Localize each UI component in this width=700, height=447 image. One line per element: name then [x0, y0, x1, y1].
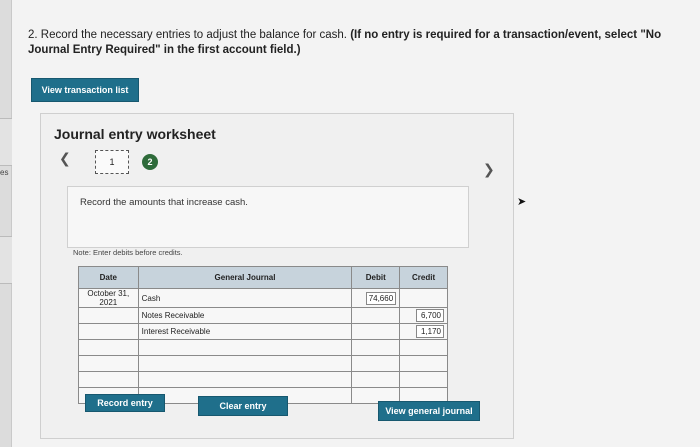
- table-row: Notes Receivable 6,700: [78, 307, 448, 324]
- step-2-tab[interactable]: 2: [142, 154, 158, 170]
- question-prompt: Record the necessary entries to adjust t…: [40, 29, 347, 41]
- credit-cell[interactable]: [399, 339, 448, 356]
- worksheet-title: Journal entry worksheet: [54, 126, 216, 142]
- view-transaction-list-button[interactable]: View transaction list: [31, 78, 139, 102]
- general-journal-header: General Journal: [137, 266, 353, 289]
- instruction-box: Record the amounts that increase cash.: [67, 186, 469, 248]
- debit-cell[interactable]: [351, 371, 401, 388]
- left-tab[interactable]: [0, 118, 12, 166]
- account-cell[interactable]: Cash: [137, 288, 353, 308]
- debit-cell[interactable]: [351, 307, 401, 324]
- debit-cell[interactable]: [351, 323, 401, 340]
- debit-header: Debit: [351, 266, 401, 289]
- debit-cell[interactable]: [351, 339, 401, 356]
- question-text: 2. Record the necessary entries to adjus…: [28, 28, 678, 58]
- table-row: October 31, 2021 Cash 74,660: [78, 288, 448, 308]
- date-cell: [78, 371, 139, 388]
- worksheet-instruction: Record the amounts that increase cash.: [80, 197, 248, 208]
- clear-entry-button[interactable]: Clear entry: [198, 396, 288, 416]
- credit-cell[interactable]: [399, 288, 448, 308]
- date-year: 2021: [99, 298, 118, 307]
- table-row: [78, 371, 448, 388]
- page: 2. Record the necessary entries to adjus…: [12, 0, 700, 447]
- date-cell: [78, 355, 139, 372]
- date-cell: [78, 307, 139, 324]
- date-cell: [78, 323, 139, 340]
- table-row: Interest Receivable 1,170: [78, 323, 448, 340]
- credit-cell[interactable]: 1,170: [399, 323, 448, 340]
- journal-table: Date General Journal Debit Credit Octobe…: [78, 266, 448, 404]
- step-2-label: 2: [147, 157, 153, 167]
- left-strip-text: es: [0, 168, 9, 177]
- left-tab[interactable]: [0, 236, 12, 284]
- step-1-label: 1: [109, 157, 115, 167]
- note-text: Note: Enter debits before credits.: [73, 248, 183, 257]
- question-number: 2.: [28, 29, 38, 41]
- chevron-right-icon[interactable]: ❯: [483, 161, 495, 178]
- date-month: October 31,: [87, 289, 130, 298]
- account-cell[interactable]: Notes Receivable: [137, 307, 353, 324]
- table-row: [78, 355, 448, 372]
- account-cell[interactable]: Interest Receivable: [137, 323, 353, 340]
- left-panel-strip: es: [0, 0, 12, 447]
- chevron-left-icon[interactable]: ❮: [59, 150, 71, 167]
- account-cell[interactable]: [137, 371, 353, 388]
- journal-entry-worksheet: Journal entry worksheet ❮ 1 2 ❯ Record t…: [40, 113, 514, 439]
- credit-value: 6,700: [416, 309, 444, 322]
- credit-cell[interactable]: [399, 371, 448, 388]
- view-general-journal-button[interactable]: View general journal: [378, 401, 480, 421]
- mouse-cursor-icon: ➤: [517, 196, 527, 208]
- credit-cell[interactable]: 6,700: [399, 307, 448, 324]
- table-row: [78, 339, 448, 356]
- step-1-tab[interactable]: 1: [95, 150, 129, 174]
- date-header: Date: [78, 266, 139, 289]
- account-cell[interactable]: [137, 339, 353, 356]
- date-cell[interactable]: October 31, 2021: [78, 288, 139, 308]
- debit-value: 74,660: [365, 291, 397, 305]
- date-cell: [78, 339, 139, 356]
- credit-cell[interactable]: [399, 355, 448, 372]
- account-cell[interactable]: [137, 355, 353, 372]
- credit-header: Credit: [399, 266, 448, 289]
- debit-cell[interactable]: 74,660: [351, 288, 401, 308]
- record-entry-button[interactable]: Record entry: [85, 394, 165, 412]
- debit-cell[interactable]: [351, 355, 401, 372]
- credit-value: 1,170: [416, 325, 444, 338]
